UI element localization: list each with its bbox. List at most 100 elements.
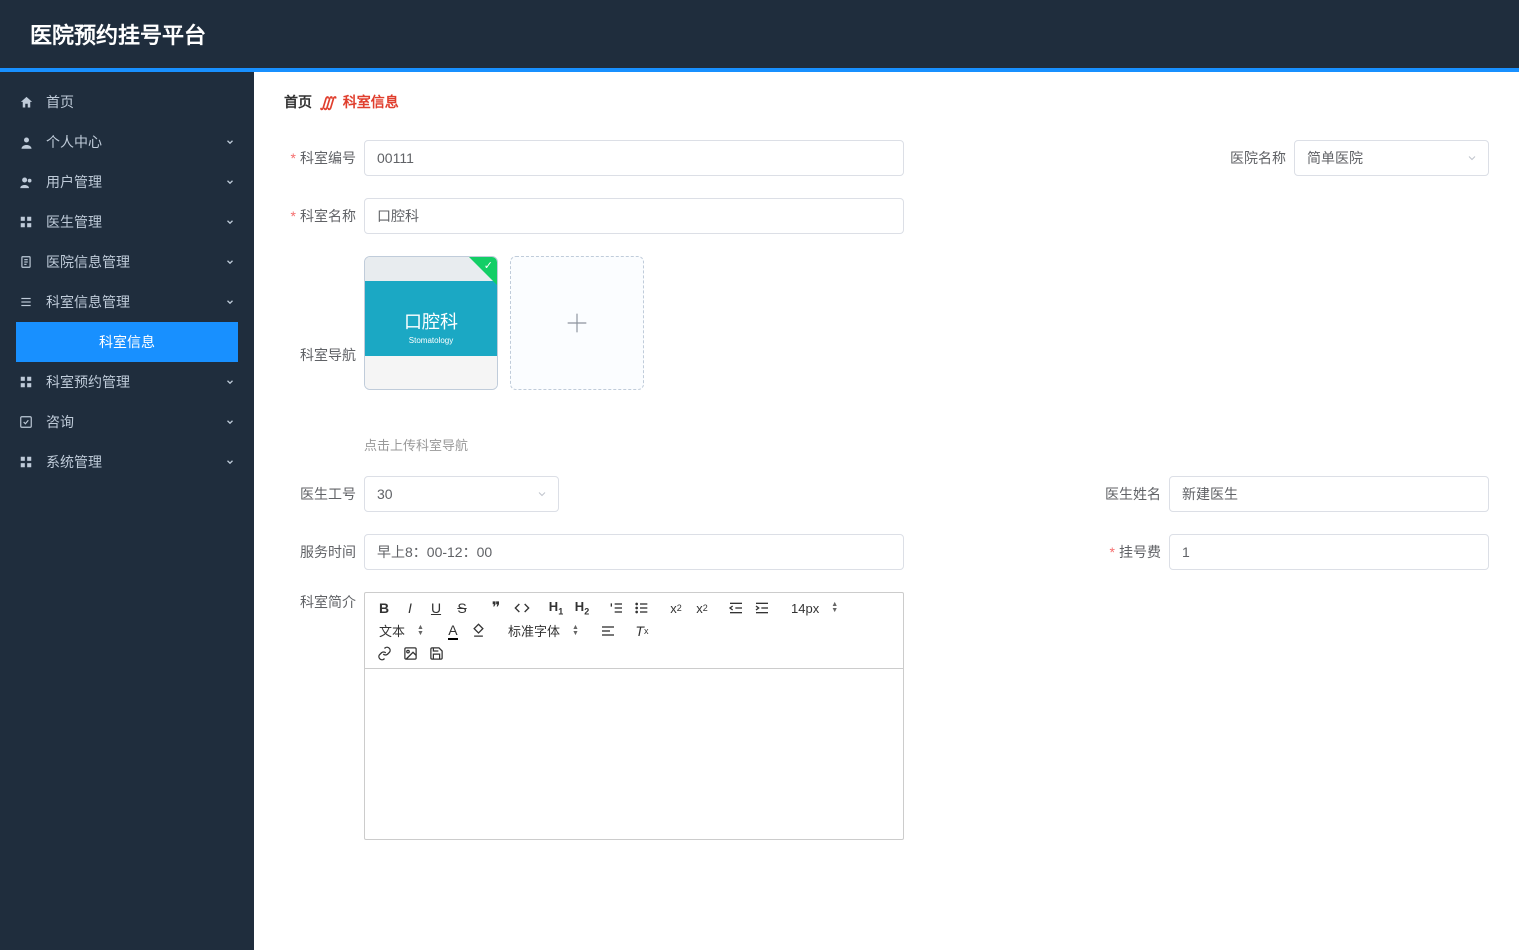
chevron-down-icon — [224, 216, 236, 228]
reg-fee-label: 挂号费 — [1089, 542, 1161, 562]
image-icon[interactable] — [401, 644, 419, 662]
text-style-select[interactable]: 文本 ▲▼ — [375, 621, 428, 640]
sidebar-submenu-dept-info[interactable]: 科室信息 — [16, 322, 238, 362]
sidebar-item-hospital-info[interactable]: 医院信息管理 — [0, 242, 254, 282]
breadcrumb-current: 科室信息 — [343, 92, 399, 112]
chevron-down-icon — [224, 176, 236, 188]
user-icon — [18, 134, 34, 150]
h1-icon[interactable]: H1 — [547, 599, 565, 617]
sidebar-item-label: 首页 — [46, 92, 236, 112]
chevron-down-icon — [224, 416, 236, 428]
sidebar-item-label: 科室预约管理 — [46, 372, 224, 392]
sidebar: 首页 个人中心 用户管理 医生管理 医院信息管理 科室信息管理 — [0, 72, 254, 950]
sidebar-item-dept-appointment[interactable]: 科室预约管理 — [0, 362, 254, 402]
sidebar-item-system[interactable]: 系统管理 — [0, 442, 254, 482]
submenu-label: 科室信息 — [99, 332, 155, 352]
breadcrumb-separator-icon: ∭ — [320, 94, 335, 111]
link-icon[interactable] — [375, 644, 393, 662]
check-square-icon — [18, 414, 34, 430]
grid-icon — [18, 454, 34, 470]
font-size-value: 14px — [791, 601, 819, 616]
chevron-down-icon — [536, 488, 548, 500]
bold-icon[interactable]: B — [375, 599, 393, 617]
dept-code-label: 科室编号 — [284, 148, 356, 168]
sidebar-item-consult[interactable]: 咨询 — [0, 402, 254, 442]
align-icon[interactable] — [599, 622, 617, 640]
sidebar-item-label: 医生管理 — [46, 212, 224, 232]
service-time-input[interactable] — [364, 534, 904, 570]
hospital-name-select[interactable]: 简单医院 — [1294, 140, 1489, 176]
sidebar-item-label: 医院信息管理 — [46, 252, 224, 272]
sidebar-item-profile[interactable]: 个人中心 — [0, 122, 254, 162]
list-icon — [18, 294, 34, 310]
ordered-list-icon[interactable] — [607, 599, 625, 617]
sidebar-item-users[interactable]: 用户管理 — [0, 162, 254, 202]
doctor-name-label: 医生姓名 — [1089, 484, 1161, 504]
indent-icon[interactable] — [753, 599, 771, 617]
unordered-list-icon[interactable] — [633, 599, 651, 617]
upload-add-button[interactable] — [510, 256, 644, 390]
home-icon — [18, 94, 34, 110]
h2-icon[interactable]: H2 — [573, 599, 591, 617]
editor-toolbar: B I U S ❞ H1 H2 — [365, 593, 903, 669]
outdent-icon[interactable] — [727, 599, 745, 617]
thumb-cn-text: 口腔科 — [404, 308, 458, 334]
font-size-select[interactable]: 14px ▲▼ — [787, 601, 842, 616]
rich-text-editor: B I U S ❞ H1 H2 — [364, 592, 904, 840]
dept-name-label: 科室名称 — [284, 206, 356, 226]
chevron-down-icon — [224, 456, 236, 468]
app-title: 医院预约挂号平台 — [30, 18, 206, 50]
doctor-name-input[interactable] — [1169, 476, 1489, 512]
chevron-down-icon — [224, 136, 236, 148]
sidebar-item-doctors[interactable]: 医生管理 — [0, 202, 254, 242]
sidebar-item-label: 用户管理 — [46, 172, 224, 192]
subscript-icon[interactable]: x2 — [667, 599, 685, 617]
thumb-en-text: Stomatology — [409, 336, 453, 345]
reg-fee-input[interactable] — [1169, 534, 1489, 570]
bg-color-icon[interactable] — [470, 622, 488, 640]
grid-icon — [18, 374, 34, 390]
superscript-icon[interactable]: x2 — [693, 599, 711, 617]
chevron-down-icon — [1466, 152, 1478, 164]
save-icon[interactable] — [427, 644, 445, 662]
main-content: 首页 ∭ 科室信息 科室编号 医院名称 简单医院 科室名称 — [254, 72, 1519, 950]
sidebar-item-dept-info[interactable]: 科室信息管理 — [0, 282, 254, 322]
italic-icon[interactable]: I — [401, 599, 419, 617]
header: 医院预约挂号平台 — [0, 0, 1519, 68]
sort-icon: ▲▼ — [417, 625, 424, 637]
dept-name-input[interactable] — [364, 198, 904, 234]
dept-nav-label: 科室导航 — [284, 345, 356, 365]
breadcrumb: 首页 ∭ 科室信息 — [284, 92, 1489, 112]
grid-icon — [18, 214, 34, 230]
quote-icon[interactable]: ❞ — [487, 599, 505, 617]
code-icon[interactable] — [513, 599, 531, 617]
chevron-down-icon — [224, 256, 236, 268]
hospital-name-label: 医院名称 — [1214, 148, 1286, 168]
font-family-value: 标准字体 — [508, 621, 560, 640]
service-time-label: 服务时间 — [284, 542, 356, 562]
text-style-value: 文本 — [379, 621, 405, 640]
clipboard-icon — [18, 254, 34, 270]
dept-code-input[interactable] — [364, 140, 904, 176]
editor-body[interactable] — [365, 669, 903, 839]
sidebar-item-label: 个人中心 — [46, 132, 224, 152]
clear-format-icon[interactable]: Tx — [633, 622, 651, 640]
doctor-id-select[interactable]: 30 — [364, 476, 559, 512]
doctor-id-value: 30 — [377, 486, 393, 502]
sidebar-item-label: 系统管理 — [46, 452, 224, 472]
upload-area: 口腔科 Stomatology ✓ — [364, 256, 644, 390]
sort-icon: ▲▼ — [831, 602, 838, 614]
sidebar-item-label: 科室信息管理 — [46, 292, 224, 312]
upload-thumbnail[interactable]: 口腔科 Stomatology ✓ — [364, 256, 498, 390]
text-color-icon[interactable]: A — [444, 622, 462, 640]
dept-intro-label: 科室简介 — [284, 592, 356, 612]
upload-tip: 点击上传科室导航 — [364, 435, 644, 454]
sidebar-item-home[interactable]: 首页 — [0, 82, 254, 122]
strikethrough-icon[interactable]: S — [453, 599, 471, 617]
breadcrumb-home[interactable]: 首页 — [284, 92, 312, 112]
font-family-select[interactable]: 标准字体 ▲▼ — [504, 621, 583, 640]
check-icon: ✓ — [484, 259, 493, 272]
sort-icon: ▲▼ — [572, 625, 579, 637]
hospital-name-value: 简单医院 — [1307, 148, 1363, 168]
underline-icon[interactable]: U — [427, 599, 445, 617]
